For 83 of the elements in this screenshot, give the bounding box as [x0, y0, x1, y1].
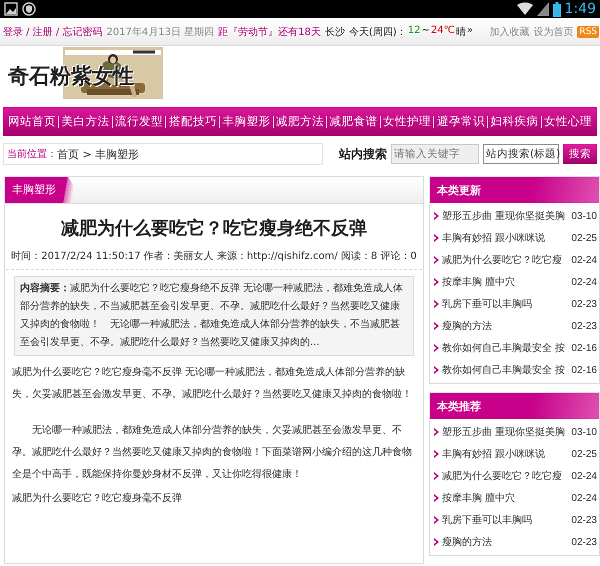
chevron-icon [434, 256, 439, 264]
article-link[interactable]: 按摩丰胸 膻中穴 [442, 275, 568, 289]
article-date: 02-23 [571, 536, 597, 548]
chevron-icon [434, 538, 439, 546]
chevron-icon [434, 516, 439, 524]
article-date: 02-23 [571, 320, 597, 332]
article-date: 02-25 [571, 448, 597, 460]
article-date: 02-16 [571, 364, 597, 376]
city-name: 长沙 [324, 26, 345, 38]
search-label: 站内搜索 [339, 146, 387, 162]
shield-icon [22, 2, 36, 16]
nav-link[interactable]: 美白方法 [62, 114, 110, 129]
chevron-icon [434, 234, 439, 242]
article-paragraph: 减肥为什么要吃它？吃它瘦身毫不反弹 无论哪一种减肥法，都难免造成人体部分营养的缺失，欠妥减肥甚至会激发早更、不孕。减肥吃什么最好？当然要吃又健康又掉肉的食物啦！ [12, 366, 413, 402]
article-date: 03-10 [571, 426, 597, 438]
chevron-icon [434, 344, 439, 352]
nav-link[interactable]: 避孕常识 [436, 114, 485, 129]
nav-link[interactable]: 流行发型 [115, 114, 164, 129]
article-link[interactable]: 瘦胸的方法 [442, 535, 568, 549]
article-paragraph: 无论哪一种减肥法，都难免造成人体部分营养的缺失，欠妥减肥甚至会激发早更、不孕。减肥吃什么最好？当然要吃又健康又掉肉的食物啦！下面菜谱网小编介绍的这几种食物全是个中高手，既能保持你曼妙身材不反弹，又让你吃得很健康！ [12, 424, 413, 482]
article-link[interactable]: 按摩丰胸 膻中穴 [442, 491, 568, 505]
location-label: 当前位置： [7, 148, 57, 161]
breadcrumb-path[interactable]: 首页 > 丰胸塑形 [57, 146, 140, 162]
article-date: 02-24 [571, 492, 597, 504]
nav-link[interactable]: 丰胸塑形 [222, 114, 270, 129]
article-link[interactable]: 教你如何自己丰胸最安全 按 [442, 341, 568, 355]
nav-link[interactable]: 妇科疾病 [490, 114, 538, 129]
chevron-icon [434, 322, 439, 330]
chevron-icon [434, 428, 439, 436]
article-date: 02-24 [571, 276, 597, 288]
clock-time: 1:49 [564, 1, 596, 17]
signal-icon [536, 2, 549, 16]
weather-label: 今天(周四)： [348, 26, 407, 38]
chevron-icon [434, 300, 439, 308]
article-link[interactable]: 丰胸有妙招 跟小咪咪说 [442, 447, 568, 461]
article-date: 02-25 [571, 232, 597, 244]
temperature-separator: ~ [421, 24, 430, 38]
date-text: 2017年4月13日 星期四 [106, 26, 214, 38]
nav-link[interactable]: 女性护理 [383, 114, 432, 129]
article-link[interactable]: 瘦胸的方法 [442, 319, 568, 333]
chevron-icon [434, 494, 439, 502]
account-links[interactable]: 登录 / 注册 / 忘记密码 [3, 24, 102, 38]
chevron-icon [434, 278, 439, 286]
article-date: 03-10 [571, 210, 597, 222]
article-meta: 时间：2017/2/24 11:50:17 作者：美丽女人 来源：http://qishifz.com/ 阅读：8 评论：0 [6, 250, 422, 270]
article-link[interactable]: 乳房下垂可以丰胸吗 [442, 297, 568, 311]
nav-link[interactable]: 搭配技巧 [168, 114, 217, 129]
article-link[interactable]: 乳房下垂可以丰胸吗 [442, 513, 568, 527]
weather-more-link[interactable]: » [466, 24, 473, 38]
article-link[interactable]: 减肥为什么要吃它？吃它瘦 [442, 469, 568, 483]
article-date: 02-16 [571, 342, 597, 354]
nav-link[interactable]: 女性心理 [544, 114, 592, 129]
nav-link[interactable]: 网站首页 [8, 114, 56, 129]
nav-link[interactable]: 减肥食谱 [330, 114, 378, 129]
search-scope-dropdown[interactable]: 站内搜索(标题) [483, 144, 559, 164]
wifi-icon [516, 2, 533, 16]
article-link[interactable]: 塑形五步曲 重现你坚挺美胸 [442, 209, 568, 223]
chevron-icon [434, 472, 439, 480]
low-temperature: 12 [408, 24, 420, 38]
article-date: 02-24 [571, 254, 597, 266]
battery-icon [552, 2, 561, 16]
chevron-icon [434, 212, 439, 220]
article-link[interactable]: 教你如何自己丰胸最安全 按 [442, 363, 568, 377]
weather-condition: 晴 [456, 26, 466, 38]
image-icon [4, 2, 18, 16]
sidebar-title: 本类推荐 [437, 398, 481, 414]
article-date: 02-23 [571, 514, 597, 526]
article-link[interactable]: 塑形五步曲 重现你坚挺美胸 [442, 425, 568, 439]
article-title: 减肥为什么要吃它？吃它瘦身绝不反弹 [60, 218, 368, 240]
article-date: 02-23 [571, 298, 597, 310]
article-summary: 内容摘要：减肥为什么要吃它？吃它瘦身绝不反弹 无论哪一种减肥法，都难免造成人体部分营养的缺失，不当减肥甚至会引发早更、不孕。减肥吃什么最好？当然要吃又健康又掉肉的食物啦！ 无论哪一种减肥法，都难免造成人体部分营养的缺失，不当减肥甚至会引发早更、不孕。减肥吃什么最好？当然要吃又健康又掉肉的... [14, 276, 414, 356]
sidebar-title: 本类更新 [437, 182, 481, 198]
chevron-icon [434, 450, 439, 458]
search-button[interactable]: 搜索 [563, 144, 597, 164]
article-date: 02-24 [571, 470, 597, 482]
article-link[interactable]: 减肥为什么要吃它？吃它瘦 [442, 253, 568, 267]
chevron-icon [434, 366, 439, 374]
article-paragraph: 减肥为什么要吃它？吃它瘦身毫不反弹 [12, 492, 183, 506]
nav-link[interactable]: 减肥方法 [276, 114, 324, 129]
high-temperature: 24℃ [430, 24, 455, 38]
search-field[interactable]: 请输入关键字 [391, 144, 479, 164]
holiday-countdown: 距『劳动节』还有18天 [218, 26, 321, 38]
article-link[interactable]: 丰胸有妙招 跟小咪咪说 [442, 231, 568, 245]
